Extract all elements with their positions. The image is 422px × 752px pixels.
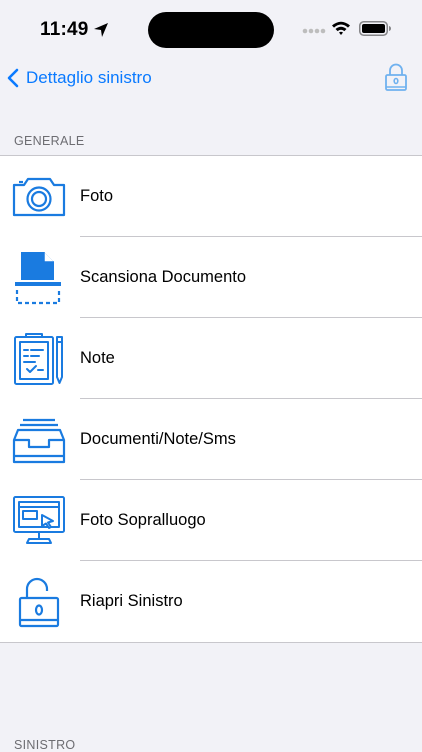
camera-icon bbox=[11, 169, 67, 225]
archive-tray-icon bbox=[11, 412, 67, 468]
menu-item-label: Scansiona Documento bbox=[80, 268, 247, 286]
dynamic-island bbox=[148, 12, 274, 48]
menu-item-documents[interactable]: Documenti/Note/Sms bbox=[0, 399, 422, 480]
chevron-left-icon bbox=[7, 68, 19, 88]
back-button[interactable]: Dettaglio sinistro bbox=[6, 64, 152, 92]
menu-item-label: Riapri Sinistro bbox=[80, 592, 183, 610]
menu-item-notes[interactable]: Note bbox=[0, 318, 422, 399]
navigation-bar: Dettaglio sinistro bbox=[0, 58, 422, 98]
cellular-signal-icon bbox=[302, 28, 326, 34]
notes-clipboard-icon bbox=[11, 331, 67, 387]
wifi-icon bbox=[332, 21, 350, 35]
status-bar: 11:49 bbox=[0, 0, 422, 58]
menu-item-reopen-claim[interactable]: Riapri Sinistro bbox=[0, 561, 422, 642]
battery-icon bbox=[359, 21, 391, 36]
menu-item-photo[interactable]: Foto bbox=[0, 156, 422, 237]
document-scanner-icon bbox=[11, 250, 67, 306]
menu-item-label: Documenti/Note/Sms bbox=[80, 430, 236, 448]
back-button-label: Dettaglio sinistro bbox=[26, 68, 152, 87]
status-time: 11:49 bbox=[40, 19, 89, 40]
menu-item-inspection-photo[interactable]: Foto Sopralluogo bbox=[0, 480, 422, 561]
menu-item-label: Foto Sopralluogo bbox=[80, 511, 206, 529]
menu-item-label: Foto bbox=[80, 187, 114, 205]
inspection-monitor-icon bbox=[11, 493, 67, 549]
menu-item-label: Note bbox=[80, 349, 115, 367]
section-header-general: GENERALE bbox=[14, 134, 85, 148]
general-menu-list: Foto Scansiona Documento Note Documenti/… bbox=[0, 155, 422, 643]
location-arrow-icon bbox=[94, 23, 108, 37]
lock-icon[interactable] bbox=[384, 62, 408, 92]
unlock-icon bbox=[11, 574, 67, 630]
menu-item-scan-document[interactable]: Scansiona Documento bbox=[0, 237, 422, 318]
